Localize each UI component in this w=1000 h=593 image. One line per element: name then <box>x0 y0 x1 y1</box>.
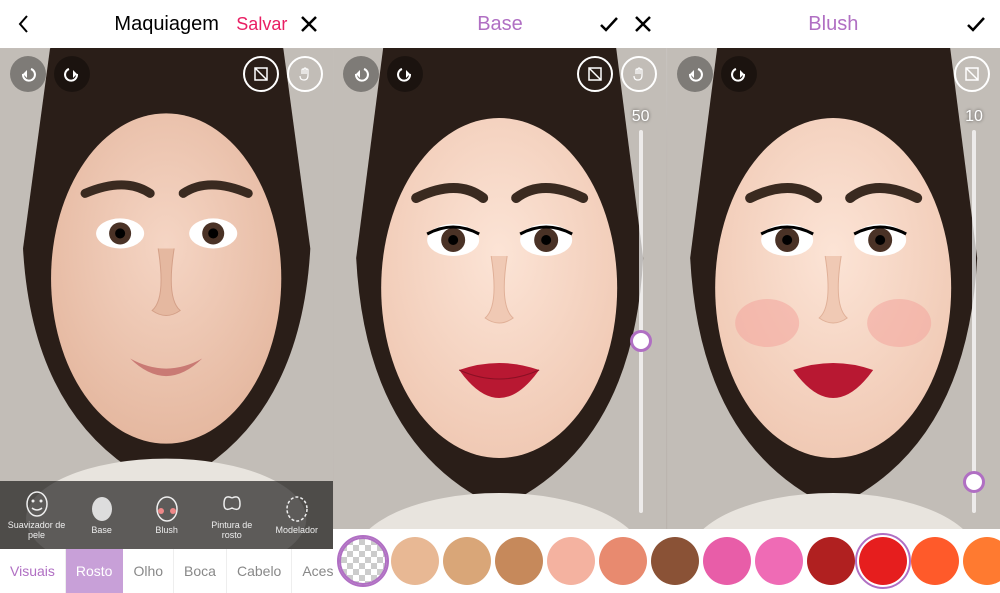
header: Maquiagem Salvar <box>0 0 333 48</box>
slider-thumb[interactable] <box>630 330 652 352</box>
option-blush[interactable]: Blush <box>134 495 199 535</box>
option-pintura[interactable]: Pintura de rosto <box>199 490 264 540</box>
hand-icon[interactable] <box>621 56 657 92</box>
header: Base <box>333 0 666 48</box>
tab-rosto[interactable]: Rosto <box>66 549 124 593</box>
redo-icon[interactable] <box>54 56 90 92</box>
confirm-icon[interactable] <box>964 12 988 36</box>
palette-color-8[interactable] <box>755 537 803 585</box>
tab-visuais[interactable]: Visuais <box>0 549 66 593</box>
save-button[interactable]: Salvar <box>236 14 287 35</box>
undo-icon[interactable] <box>677 56 713 92</box>
tab-olho[interactable]: Olho <box>123 549 174 593</box>
palette-color-7[interactable] <box>703 537 751 585</box>
option-suavizador[interactable]: Suavizador de pele <box>4 490 69 540</box>
palette-color-2[interactable] <box>443 537 491 585</box>
undo-icon[interactable] <box>10 56 46 92</box>
redo-icon[interactable] <box>387 56 423 92</box>
category-tabs: Visuais Rosto Olho Boca Cabelo Acess <box>0 549 333 593</box>
palette-color-12[interactable] <box>963 537 1000 585</box>
palette-color-3[interactable] <box>495 537 543 585</box>
compare-icon[interactable] <box>577 56 613 92</box>
close-icon[interactable] <box>297 12 321 36</box>
back-icon[interactable] <box>12 12 36 36</box>
tab-acess[interactable]: Acess <box>292 549 333 593</box>
undo-icon[interactable] <box>343 56 379 92</box>
photo-preview: Suavizador de pele Base Blush Pintura de… <box>0 48 333 549</box>
slider-value: 10 <box>965 108 983 126</box>
page-title: Blush <box>667 13 1000 36</box>
palette-color-9[interactable] <box>807 537 855 585</box>
palette-color-11[interactable] <box>911 537 959 585</box>
slider-track[interactable] <box>972 130 976 513</box>
close-icon[interactable] <box>631 12 655 36</box>
edit-toolbar <box>0 56 333 92</box>
slider-thumb[interactable] <box>963 471 985 493</box>
tab-cabelo[interactable]: Cabelo <box>227 549 292 593</box>
option-base[interactable]: Base <box>69 495 134 535</box>
palette-color-0[interactable] <box>339 537 387 585</box>
palette-color-6[interactable] <box>651 537 699 585</box>
header: Blush <box>667 0 1000 48</box>
redo-icon[interactable] <box>721 56 757 92</box>
intensity-slider[interactable]: 10 <box>954 108 994 513</box>
edit-toolbar <box>333 56 666 92</box>
photo-preview: 50 <box>333 48 666 593</box>
face-illustration <box>333 48 666 593</box>
compare-icon[interactable] <box>954 56 990 92</box>
palette-color-1[interactable] <box>391 537 439 585</box>
confirm-icon[interactable] <box>597 12 621 36</box>
palette-color-4[interactable] <box>547 537 595 585</box>
panel-base: Base <box>333 0 666 593</box>
palette-color-10[interactable] <box>859 537 907 585</box>
intensity-slider[interactable]: 50 <box>621 108 661 513</box>
photo-preview: 10 <box>667 48 1000 593</box>
slider-value: 50 <box>632 108 650 126</box>
face-illustration <box>667 48 1000 593</box>
palette-color-5[interactable] <box>599 537 647 585</box>
makeup-options: Suavizador de pele Base Blush Pintura de… <box>0 481 333 549</box>
edit-toolbar <box>667 56 1000 92</box>
panel-blush: Blush <box>667 0 1000 593</box>
tab-boca[interactable]: Boca <box>174 549 227 593</box>
panel-maquiagem: Maquiagem Salvar <box>0 0 333 593</box>
hand-icon[interactable] <box>287 56 323 92</box>
slider-track[interactable] <box>639 130 643 513</box>
color-palette <box>333 529 1000 593</box>
face-illustration <box>0 48 333 549</box>
option-modelador[interactable]: Modelador <box>264 495 329 535</box>
compare-icon[interactable] <box>243 56 279 92</box>
